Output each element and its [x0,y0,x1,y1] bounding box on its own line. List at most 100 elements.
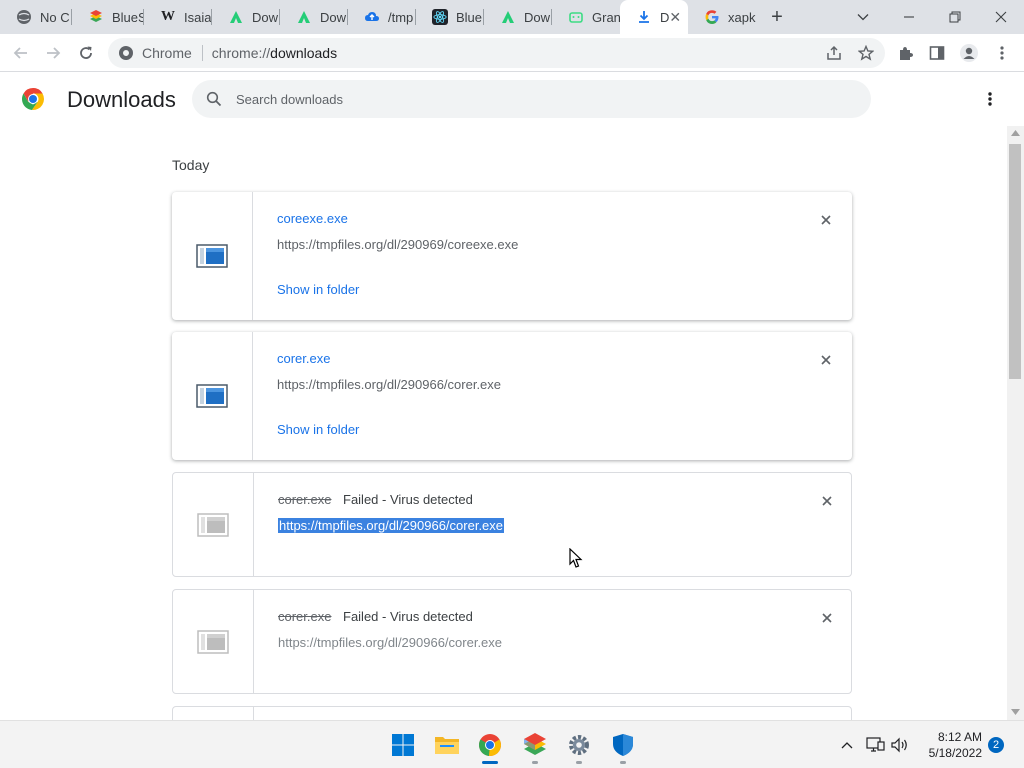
download-item: coreexe.exe https://tmpfiles.org/dl/2909… [172,192,852,320]
arrow-left-icon [13,47,27,59]
clock-date: 5/18/2022 [928,746,982,760]
address-bar[interactable]: Chrome chrome://downloads [108,38,885,68]
close-icon [822,613,832,623]
file-name-link[interactable]: corer.exe [277,351,330,366]
close-icon [821,215,831,225]
remove-item-button[interactable] [816,210,836,230]
exe-file-icon [196,384,228,408]
scrollbar-thumb[interactable] [1009,144,1021,379]
site-label: Chrome [142,45,192,61]
remove-item-button[interactable] [817,608,837,628]
system-clock[interactable]: 8:12 AM 5/18/2022 [918,729,982,761]
search-icon [206,91,222,112]
close-window-button[interactable] [978,0,1024,34]
back-button[interactable] [8,40,34,66]
tab-2[interactable]: BlueS [72,0,144,34]
volume-button[interactable] [890,736,910,754]
tab-search-button[interactable] [840,0,886,34]
scrollbar[interactable] [1007,126,1024,720]
tab-8[interactable]: Dow [484,0,552,34]
more-vert-icon [988,92,992,106]
show-in-folder-link[interactable]: Show in folder [277,282,359,297]
network-button[interactable] [865,736,885,754]
remove-item-button[interactable] [816,350,836,370]
tab-10-downloads[interactable]: D ✕ [620,0,688,34]
apkpure-icon [500,9,516,25]
tab-5[interactable]: Dow [280,0,348,34]
tab-1[interactable]: No C [0,0,72,34]
file-name-link[interactable]: coreexe.exe [277,211,348,226]
tab-9[interactable]: Gran [552,0,620,34]
bookmark-button[interactable] [853,40,879,66]
tab-6[interactable]: /tmp [348,0,416,34]
scroll-up-icon[interactable] [1011,130,1020,136]
search-input[interactable] [236,80,836,118]
tab-4[interactable]: Dow [212,0,280,34]
chrome-menu-button[interactable] [989,40,1015,66]
remove-item-button[interactable] [817,491,837,511]
tab-label: BlueS [112,9,144,25]
downloads-menu-button[interactable] [980,87,1000,111]
tab-3[interactable]: W Isaiah [144,0,212,34]
chevron-up-icon [841,742,853,749]
notification-badge[interactable]: 2 [988,737,1004,753]
chrome-logo-icon [21,87,45,116]
tab-label: xapk [728,9,756,25]
bluestacks-icon [524,733,546,755]
file-url[interactable]: https://tmpfiles.org/dl/290966/corer.exe [278,518,505,533]
globe-icon [16,9,32,25]
section-date: Today [172,157,210,173]
tab-label: Dow [252,9,279,25]
side-panel-button[interactable] [924,40,950,66]
tab-7[interactable]: Blue [416,0,484,34]
start-button[interactable] [389,731,417,759]
chrome-icon [478,734,502,757]
tab-label: Blue [456,9,483,25]
file-url[interactable]: https://tmpfiles.org/dl/290966/corer.exe [278,635,502,650]
profile-button[interactable] [956,40,982,66]
reload-button[interactable] [73,40,99,66]
clock-time: 8:12 AM [937,730,982,744]
windows-logo-icon [392,734,414,756]
file-url[interactable]: https://tmpfiles.org/dl/290969/coreexe.e… [277,237,518,252]
network-icon [866,737,885,752]
tab-label: Gran [592,9,620,25]
file-url[interactable]: https://tmpfiles.org/dl/290966/corer.exe [277,377,501,392]
tab-label: Isaiah [184,9,212,25]
file-explorer-button[interactable] [433,731,461,759]
share-button[interactable] [821,40,847,66]
gear-icon [569,735,589,755]
tab-11[interactable]: xapk [688,0,756,34]
forward-button[interactable] [40,40,66,66]
bluestacks-taskbar-button[interactable] [521,731,549,759]
show-hidden-icons-button[interactable] [838,737,856,753]
extensions-button[interactable] [893,40,919,66]
restore-icon [949,11,961,23]
minimize-icon [904,16,914,18]
new-tab-button[interactable]: + [766,6,788,28]
search-box[interactable] [192,80,871,118]
security-taskbar-button[interactable] [609,731,637,759]
file-name: corer.exe [278,492,332,507]
close-icon [995,11,1007,23]
url-text: chrome://downloads [211,45,338,61]
settings-taskbar-button[interactable] [565,731,593,759]
exe-file-icon [197,512,229,537]
folder-icon [435,737,459,754]
chevron-down-icon [857,14,869,21]
chrome-taskbar-button[interactable] [476,731,504,759]
reload-icon [80,46,92,59]
restore-button[interactable] [932,0,978,34]
side-panel-icon [929,46,945,60]
show-in-folder-link[interactable]: Show in folder [277,422,359,437]
downloads-list: Today coreexe.exe https://tmpfiles.org/d… [0,126,1007,720]
puzzle-icon [900,47,913,60]
close-tab-icon[interactable]: ✕ [669,9,681,26]
apkpure-icon [296,9,312,25]
scroll-down-icon[interactable] [1011,709,1020,715]
chrome-logo-icon [118,45,134,64]
minimize-button[interactable] [886,0,932,34]
tab-label: /tmp [388,9,414,25]
status-text: Failed - Virus detected [343,609,473,624]
browser-toolbar: Chrome chrome://downloads [0,34,1024,72]
